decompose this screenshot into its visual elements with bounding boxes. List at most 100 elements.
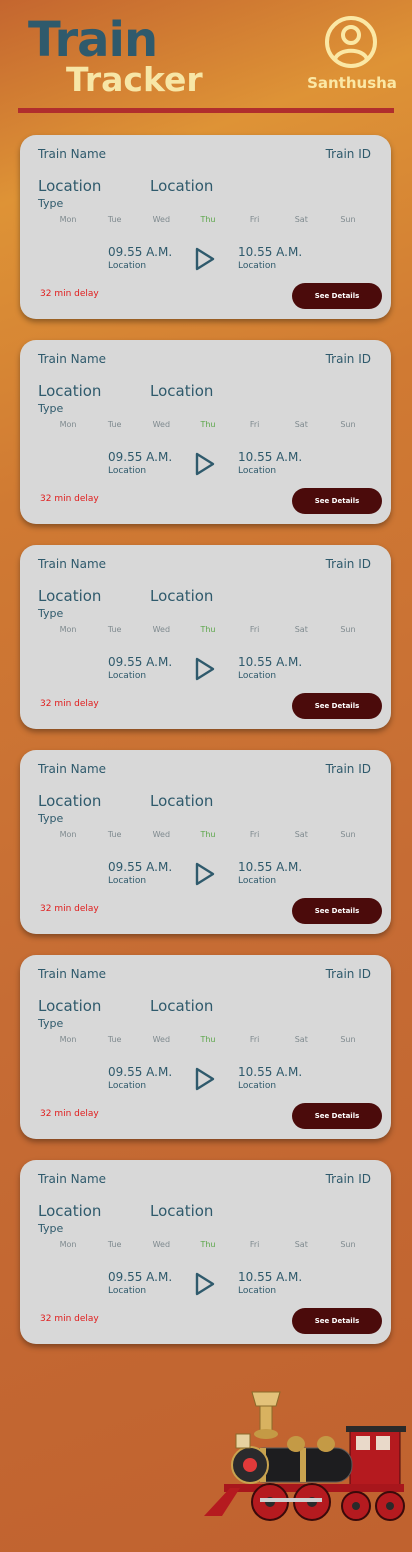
weekday-mon: Mon: [59, 830, 77, 839]
play-arrow-icon: [195, 862, 215, 886]
arrival-time: 10.55 A.M.: [238, 655, 303, 669]
delay-status: 32 min delay: [40, 1314, 99, 1324]
see-details-button[interactable]: See Details: [292, 1103, 382, 1129]
weekday-fri: Fri: [249, 1240, 260, 1249]
train-name: Train Name: [38, 1172, 107, 1186]
train-card[interactable]: Train Name Train ID Location Location Ty…: [20, 750, 391, 934]
weekday-fri: Fri: [249, 215, 260, 224]
train-id: Train ID: [325, 967, 371, 981]
arrival-location: Location: [238, 466, 277, 476]
delay-status: 32 min delay: [40, 1109, 99, 1119]
weekday-sun: Sun: [340, 1240, 356, 1249]
header-divider: [18, 108, 394, 113]
train-name: Train Name: [38, 557, 107, 571]
arrival-time: 10.55 A.M.: [238, 450, 303, 464]
weekday-fri: Fri: [249, 830, 260, 839]
location-from: Location: [38, 997, 102, 1015]
see-details-button[interactable]: See Details: [292, 283, 382, 309]
train-id: Train ID: [325, 147, 371, 161]
weekday-thu: Thu: [200, 215, 216, 224]
departure-location: Location: [108, 261, 147, 271]
weekday-row: Mon Tue Wed Thu Fri Sat Sun: [50, 830, 366, 839]
departure-time: 09.55 A.M.: [108, 245, 173, 259]
departure-time: 09.55 A.M.: [108, 450, 173, 464]
departure-time: 09.55 A.M.: [108, 860, 173, 874]
see-details-button[interactable]: See Details: [292, 693, 382, 719]
location-from: Location: [38, 177, 102, 195]
train-card[interactable]: Train Name Train ID Location Location Ty…: [20, 135, 391, 319]
location-from: Location: [38, 792, 102, 810]
delay-status: 32 min delay: [40, 289, 99, 299]
arrival-location: Location: [238, 1286, 277, 1296]
see-details-button[interactable]: See Details: [292, 488, 382, 514]
arrival-location: Location: [238, 261, 277, 271]
weekday-row: Mon Tue Wed Thu Fri Sat Sun: [50, 625, 366, 634]
weekday-tue: Tue: [107, 625, 122, 634]
location-from: Location: [38, 382, 102, 400]
train-id: Train ID: [325, 762, 371, 776]
user-circle-icon: [325, 16, 377, 68]
weekday-thu: Thu: [200, 1240, 216, 1249]
location-to: Location: [150, 382, 214, 400]
departure-location: Location: [108, 876, 147, 886]
weekday-mon: Mon: [59, 420, 77, 429]
weekday-sun: Sun: [340, 215, 356, 224]
location-to: Location: [150, 1202, 214, 1220]
arrival-location: Location: [238, 1081, 277, 1091]
train-card[interactable]: Train Name Train ID Location Location Ty…: [20, 1160, 391, 1344]
arrival-time: 10.55 A.M.: [238, 1065, 303, 1079]
train-card[interactable]: Train Name Train ID Location Location Ty…: [20, 545, 391, 729]
delay-status: 32 min delay: [40, 904, 99, 914]
train-name: Train Name: [38, 352, 107, 366]
weekday-sat: Sat: [294, 215, 308, 224]
profile-avatar[interactable]: [324, 15, 378, 69]
username-label[interactable]: Santhusha: [304, 74, 400, 92]
train-card[interactable]: Train Name Train ID Location Location Ty…: [20, 340, 391, 524]
train-card-list: Train Name Train ID Location Location Ty…: [20, 135, 391, 1365]
location-from: Location: [38, 587, 102, 605]
train-name: Train Name: [38, 762, 107, 776]
weekday-sat: Sat: [294, 420, 308, 429]
departure-location: Location: [108, 671, 147, 681]
departure-location: Location: [108, 466, 147, 476]
location-to: Location: [150, 997, 214, 1015]
play-arrow-icon: [195, 1067, 215, 1091]
play-arrow-icon: [195, 657, 215, 681]
location-to: Location: [150, 792, 214, 810]
weekday-sat: Sat: [294, 625, 308, 634]
weekday-mon: Mon: [59, 1240, 77, 1249]
weekday-mon: Mon: [59, 625, 77, 634]
weekday-thu: Thu: [200, 1035, 216, 1044]
arrival-time: 10.55 A.M.: [238, 245, 303, 259]
weekday-row: Mon Tue Wed Thu Fri Sat Sun: [50, 215, 366, 224]
weekday-row: Mon Tue Wed Thu Fri Sat Sun: [50, 1240, 366, 1249]
departure-time: 09.55 A.M.: [108, 1270, 173, 1284]
departure-location: Location: [108, 1081, 147, 1091]
train-name: Train Name: [38, 147, 107, 161]
weekday-thu: Thu: [200, 830, 216, 839]
delay-status: 32 min delay: [40, 699, 99, 709]
weekday-wed: Wed: [152, 420, 171, 429]
weekday-sat: Sat: [294, 830, 308, 839]
train-id: Train ID: [325, 352, 371, 366]
departure-location: Location: [108, 1286, 147, 1296]
weekday-tue: Tue: [107, 1035, 122, 1044]
weekday-tue: Tue: [107, 215, 122, 224]
train-card[interactable]: Train Name Train ID Location Location Ty…: [20, 955, 391, 1139]
weekday-sun: Sun: [340, 830, 356, 839]
train-type: Type: [38, 1017, 64, 1030]
weekday-thu: Thu: [200, 625, 216, 634]
train-id: Train ID: [325, 1172, 371, 1186]
train-type: Type: [38, 812, 64, 825]
weekday-fri: Fri: [249, 420, 260, 429]
see-details-button[interactable]: See Details: [292, 1308, 382, 1334]
play-arrow-icon: [195, 452, 215, 476]
weekday-row: Mon Tue Wed Thu Fri Sat Sun: [50, 420, 366, 429]
location-to: Location: [150, 587, 214, 605]
train-type: Type: [38, 607, 64, 620]
weekday-thu: Thu: [200, 420, 216, 429]
train-type: Type: [38, 197, 64, 210]
see-details-button[interactable]: See Details: [292, 898, 382, 924]
location-to: Location: [150, 177, 214, 195]
weekday-mon: Mon: [59, 1035, 77, 1044]
